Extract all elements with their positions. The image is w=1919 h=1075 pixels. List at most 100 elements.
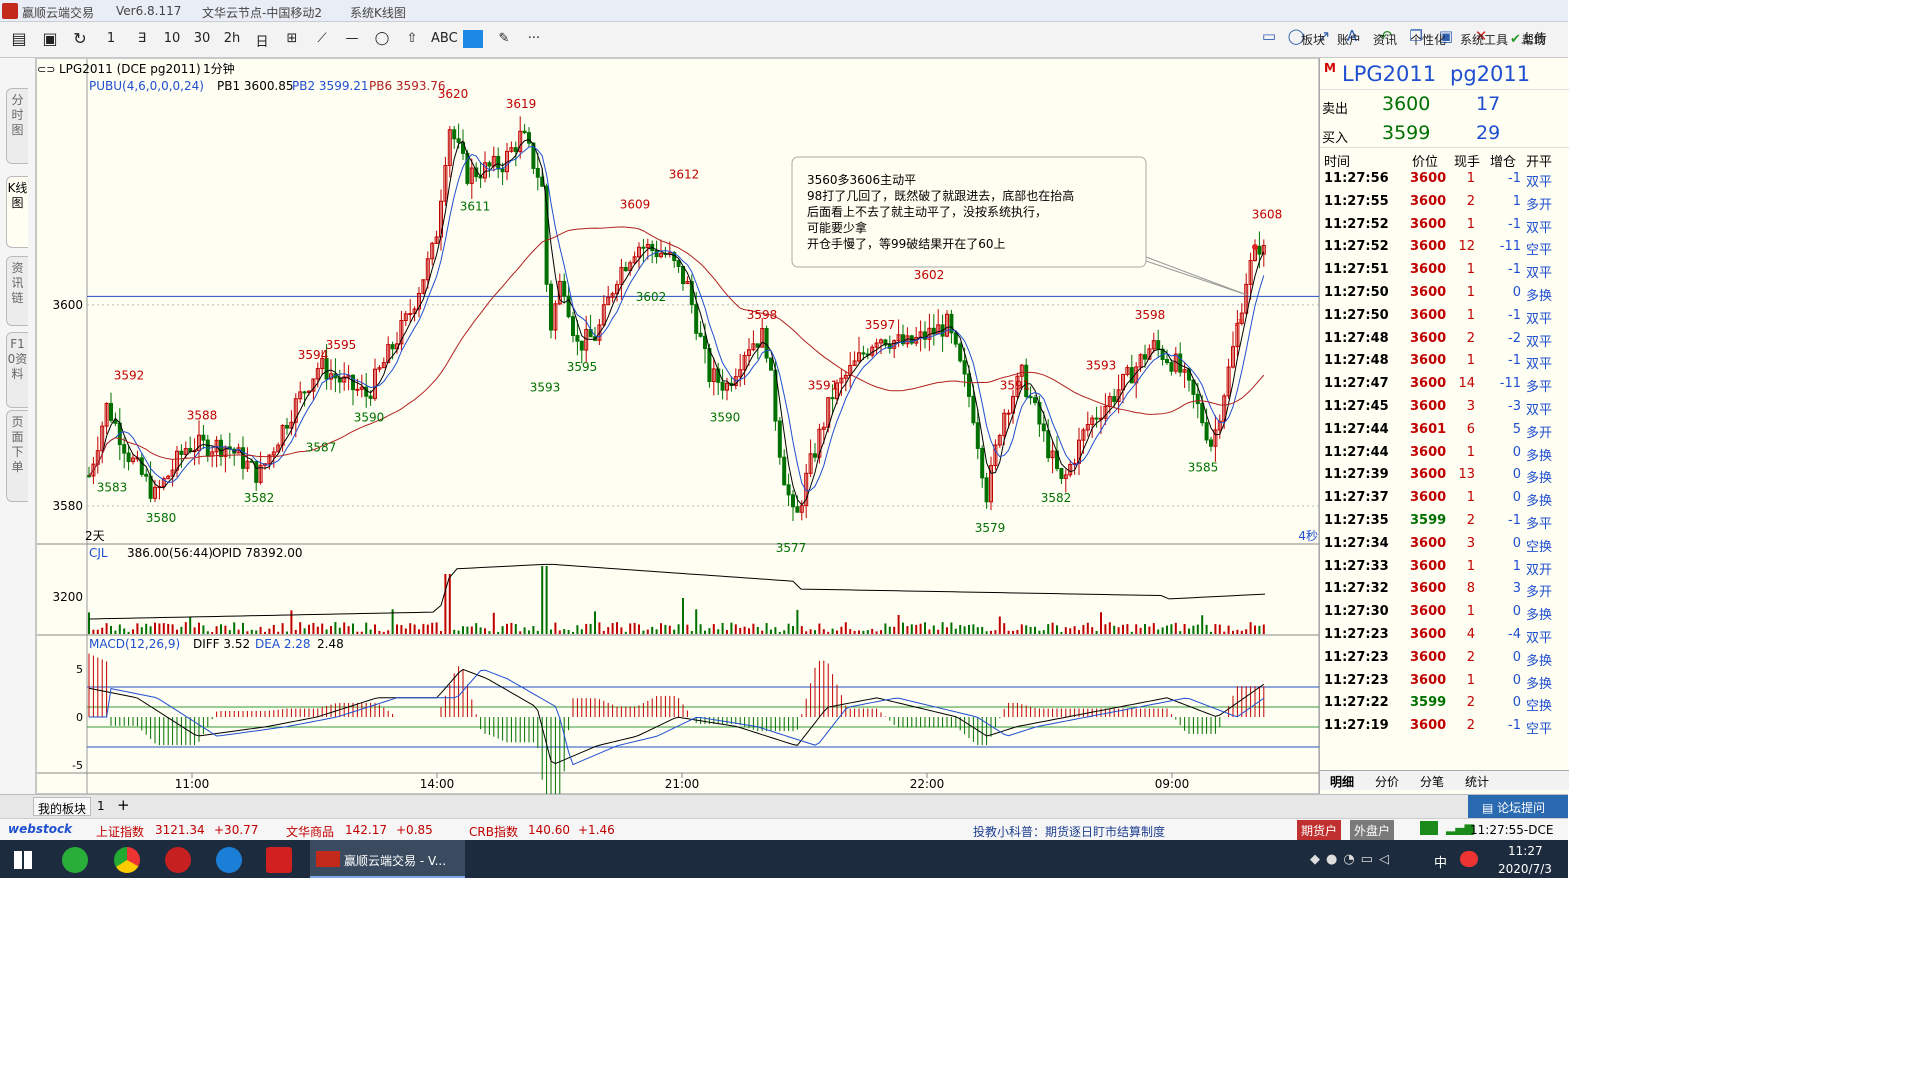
- sh-index-name[interactable]: 上证指数: [96, 823, 144, 840]
- my-block-tab[interactable]: 我的板块: [33, 797, 92, 816]
- detail-tab[interactable]: 明细: [1330, 773, 1354, 790]
- volume-bar: [374, 624, 376, 634]
- detail-tab[interactable]: 统计: [1465, 773, 1489, 790]
- tab-f10[interactable]: F10资料: [6, 332, 28, 408]
- volume-bar: [721, 622, 724, 634]
- ellipse-tool-icon[interactable]: ◯: [371, 31, 393, 46]
- tab-order[interactable]: 页面下单: [6, 410, 28, 502]
- save-file-icon[interactable]: ▣: [39, 29, 61, 48]
- wh-index-name[interactable]: 文华商品: [286, 823, 334, 840]
- volume-bar: [712, 624, 715, 634]
- tick-price: 3600: [1410, 307, 1447, 323]
- period-selector[interactable]: 1分钟: [203, 61, 235, 76]
- stock-app-icon[interactable]: [165, 847, 191, 873]
- line-tool-icon[interactable]: ⟋: [311, 31, 333, 46]
- tick-volume: 2: [1466, 513, 1475, 528]
- volume-bar: [624, 631, 627, 634]
- tick-time: 11:27:22: [1324, 695, 1389, 711]
- three-min-button[interactable]: ∃: [131, 31, 153, 46]
- opid-value: OPID 78392.00: [212, 546, 303, 560]
- low-label: 3582: [244, 491, 275, 505]
- candle-body: [562, 280, 567, 297]
- block-number[interactable]: 1: [97, 799, 105, 813]
- kline-chart[interactable]: ⊂⊃ LPG2011 (DCE pg2011) 1分钟 PUBU(4,6,0,0,0,…: [37, 59, 1320, 843]
- daily-button[interactable]: 日: [251, 31, 273, 50]
- refresh-icon[interactable]: ↻: [69, 29, 91, 48]
- ime-indicator[interactable]: 中: [1434, 852, 1447, 871]
- windows-start-icon[interactable]: [14, 851, 32, 869]
- volume-bar: [836, 630, 838, 634]
- pb6-value: PB6 3593.76: [369, 79, 446, 93]
- chart-area[interactable]: ⊂⊃ LPG2011 (DCE pg2011) 1分钟 PUBU(4,6,0,0,0,…: [36, 58, 1320, 843]
- one-min-button[interactable]: 1: [100, 31, 122, 46]
- menu-tools[interactable]: 系统工具: [1460, 31, 1508, 48]
- volume-bar: [660, 623, 662, 634]
- tab-kline[interactable]: K线图: [6, 176, 28, 248]
- volume-bar: [387, 630, 390, 634]
- trend-app-icon[interactable]: [266, 847, 292, 873]
- order-icon[interactable]: ▤: [8, 29, 30, 48]
- futures-account-button[interactable]: 期货户: [1297, 820, 1342, 841]
- volume-bar: [431, 622, 434, 634]
- tick-row: 11:27:45 3600 3 -3 双平: [1320, 396, 1569, 419]
- detail-tab[interactable]: 分笔: [1420, 773, 1444, 790]
- k-app-icon[interactable]: [216, 847, 242, 873]
- tick-price: 3600: [1410, 216, 1447, 232]
- menu-personalize[interactable]: 个性化: [1410, 31, 1446, 48]
- add-block-button[interactable]: +: [117, 796, 130, 814]
- y-tick-label: 3600: [52, 298, 83, 312]
- tab-timeshare[interactable]: 分时图: [6, 88, 28, 164]
- volume-bar: [585, 623, 588, 634]
- forum-button[interactable]: ▤ 论坛提问: [1468, 795, 1568, 818]
- active-app-label: 赢顺云端交易 - V...: [344, 854, 447, 868]
- tick-row: 11:27:37 3600 1 0 多换: [1320, 487, 1569, 510]
- browser-icon[interactable]: [114, 847, 140, 873]
- wechat-icon[interactable]: [62, 847, 88, 873]
- tick-oi-change: 0: [1512, 604, 1521, 620]
- ten-min-button[interactable]: 10: [161, 31, 183, 46]
- layout-button[interactable]: ⊞: [281, 31, 303, 46]
- menu-block[interactable]: 板块: [1301, 31, 1325, 48]
- detail-tab[interactable]: 分价: [1375, 773, 1399, 790]
- volume-bar: [743, 626, 746, 634]
- volume-bar: [1016, 629, 1019, 634]
- volume-bar: [783, 630, 786, 634]
- education-tip[interactable]: 投教小科普：期货逐日盯市结算制度: [973, 823, 1165, 840]
- candle-body: [1143, 354, 1147, 360]
- tray-app-icon[interactable]: [1460, 851, 1478, 867]
- menu-help[interactable]: 帮助: [1522, 31, 1546, 48]
- rectangle-icon[interactable]: ▭: [1258, 27, 1280, 45]
- volume-bar: [224, 625, 227, 634]
- crb-index-name[interactable]: CRB指数: [469, 823, 518, 840]
- volume-bar: [1188, 628, 1190, 634]
- tab-news-chain[interactable]: 资讯链: [6, 256, 28, 326]
- candle-body: [681, 265, 685, 285]
- two-hour-button[interactable]: 2h: [221, 31, 243, 46]
- candle-body: [575, 334, 580, 342]
- volume-bar: [704, 630, 706, 634]
- menu-news[interactable]: 资讯: [1373, 31, 1397, 48]
- text-tool-icon[interactable]: ABC: [431, 31, 458, 46]
- volume-bar: [237, 629, 240, 634]
- volume-bar: [1082, 624, 1085, 634]
- candle-body: [676, 260, 681, 267]
- pen-tool-icon[interactable]: ✎: [493, 31, 515, 46]
- volume-bar: [849, 629, 852, 634]
- volume-bar: [796, 609, 799, 634]
- tick-volume: 3: [1466, 535, 1475, 551]
- candle-body: [351, 374, 355, 391]
- candle-body: [1094, 417, 1099, 420]
- menu-account[interactable]: 账户: [1337, 31, 1361, 48]
- tick-row: 11:27:47 3600 14 -11 多平: [1320, 373, 1569, 396]
- forex-account-button[interactable]: 外盘户: [1350, 820, 1395, 841]
- color-picker[interactable]: [463, 30, 483, 48]
- volume-bar: [946, 627, 948, 634]
- thirty-min-button[interactable]: 30: [191, 31, 213, 46]
- hline-tool-icon[interactable]: —: [341, 31, 363, 46]
- tick-row: 11:27:56 3600 1 -1 双平: [1320, 168, 1569, 191]
- low-label: 3577: [776, 541, 807, 555]
- more-icon[interactable]: ···: [523, 31, 545, 46]
- volume-bar: [611, 623, 614, 634]
- taskbar-active-app[interactable]: 赢顺云端交易 - V...: [310, 840, 465, 878]
- up-arrow-tool-icon[interactable]: ⇧: [401, 31, 423, 46]
